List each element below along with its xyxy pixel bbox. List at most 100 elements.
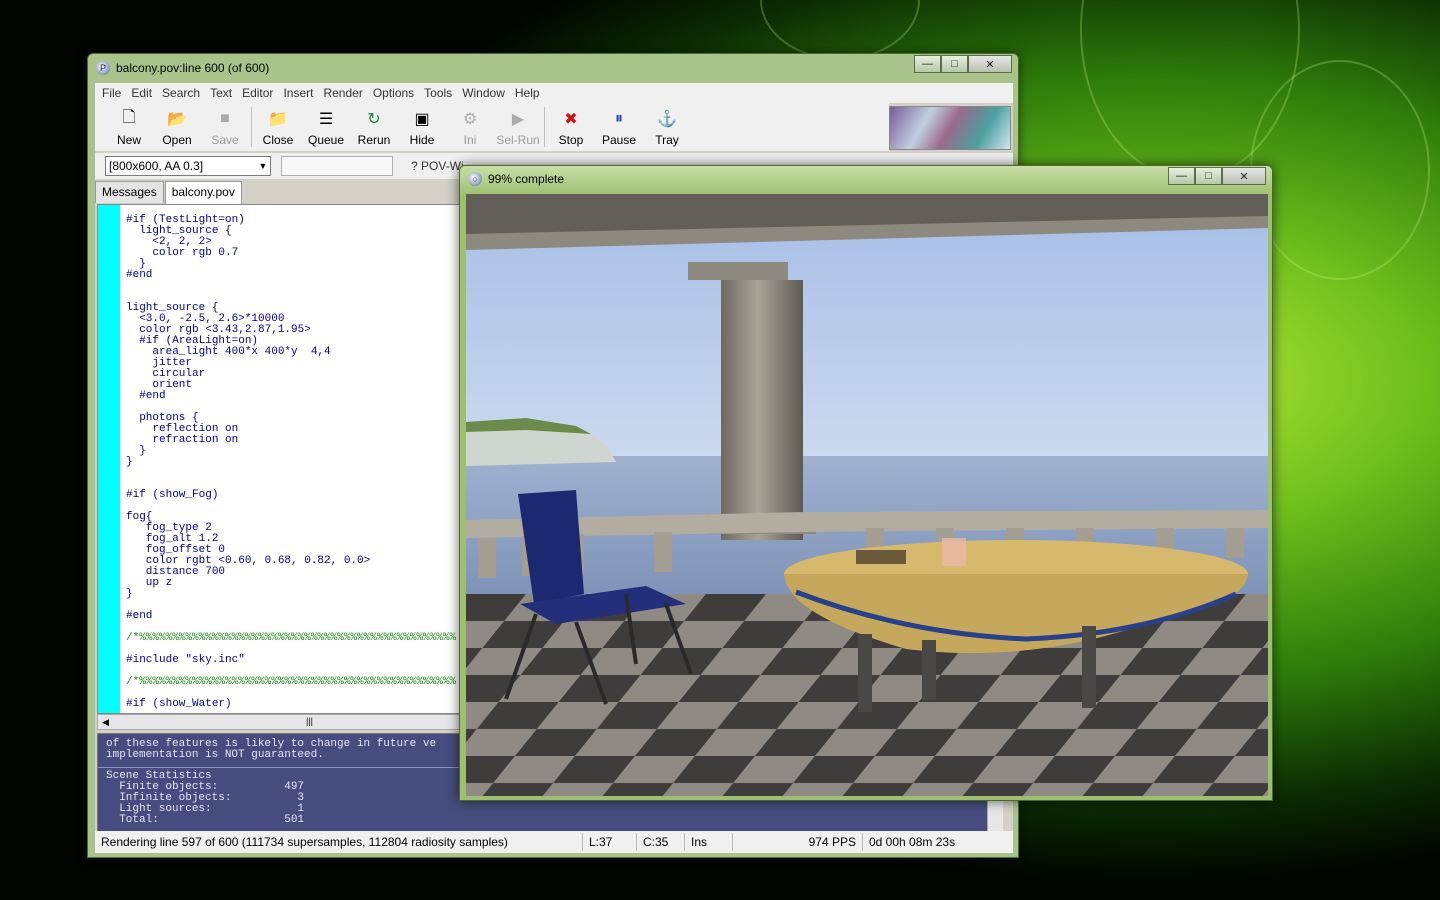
open-button[interactable]: 📂 Open [153, 103, 201, 151]
tab-balcony-pov[interactable]: balcony.pov [164, 181, 242, 204]
toolbar-button-label: Pause [601, 133, 637, 147]
code-line: distance 700 [126, 566, 226, 578]
messages-top-text: of these features is likely to change in… [106, 738, 437, 761]
code-line: /*%%%%%%%%%%%%%%%%%%%%%%%%%%%%%%%%%%%%%%… [126, 632, 457, 644]
menu-search[interactable]: Search [157, 86, 205, 100]
toolbar-separator [544, 107, 545, 147]
scroll-thumb-grip-icon[interactable]: ||| [306, 716, 313, 726]
resolution-select-value: [800x600, AA 0.3] [109, 159, 204, 173]
queue-icon: ☰ [318, 111, 334, 128]
toolbar-button-label: Sel-Run [496, 133, 540, 147]
povray-logo [889, 106, 1011, 150]
status-pps: 974 PPS [733, 833, 863, 851]
command-line-input[interactable] [281, 156, 393, 176]
render-window: ○ 99% complete — □ ✕ [459, 165, 1273, 801]
pause-button[interactable]: ⏸ Pause [595, 103, 643, 151]
status-insert-mode: Ins [685, 833, 733, 851]
column-shaft [721, 280, 803, 540]
code-line: #end [126, 269, 153, 281]
toolbar-button-label: New [116, 133, 141, 147]
toolbar-button-label: Stop [558, 133, 584, 147]
toolbar-button-label: Rerun [357, 133, 391, 147]
code-line: } [126, 588, 133, 600]
scroll-left-icon[interactable]: ◀ [102, 717, 109, 728]
menu-insert[interactable]: Insert [278, 86, 318, 100]
ini-icon: ⚙ [462, 111, 478, 128]
render-maximize-button[interactable]: □ [1195, 167, 1222, 185]
menu-options[interactable]: Options [368, 86, 419, 100]
minimize-button[interactable]: — [914, 55, 941, 73]
render-window-icon: ○ [468, 172, 482, 186]
menu-help[interactable]: Help [510, 86, 545, 100]
render-close-button[interactable]: ✕ [1222, 167, 1266, 185]
new-button[interactable]: 🗋 New [105, 103, 153, 151]
menu-bar: File Edit Search Text Editor Insert Render Opti… [95, 83, 1013, 103]
pause-icon: ⏸ [614, 110, 623, 127]
status-line: L:37 [583, 833, 637, 851]
menu-window[interactable]: Window [457, 86, 510, 100]
tray-button[interactable]: ⚓ Tray [643, 103, 691, 151]
toolbar-separator [251, 107, 252, 147]
close-button[interactable]: ✕ [968, 55, 1012, 73]
code-line: #end [126, 610, 153, 622]
main-titlebar[interactable]: P balcony.pov:line 600 (of 600) — □ ✕ [88, 54, 1018, 82]
queue-button[interactable]: ☰ Queue [302, 103, 350, 151]
stop-icon: ✖ [564, 111, 578, 128]
new-file-icon: 🗋 [122, 108, 136, 126]
code-line: #if (show_Fog) [126, 489, 219, 501]
tab-messages[interactable]: Messages [95, 181, 164, 203]
chevron-down-icon[interactable]: ▼ [256, 161, 270, 171]
code-line: orient [126, 379, 193, 391]
editor-tabs: Messages balcony.pov [95, 181, 243, 204]
resolution-select[interactable]: [800x600, AA 0.3] ▼ [105, 156, 271, 176]
open-folder-icon: 📂 [167, 111, 187, 128]
toolbar-button-label: Tray [655, 133, 679, 147]
wallpaper-swirl [760, 0, 920, 60]
menu-text[interactable]: Text [205, 86, 237, 100]
tray-icon: ⚓ [657, 111, 677, 128]
menu-editor[interactable]: Editor [237, 86, 278, 100]
stop-button[interactable]: ✖ Stop [547, 103, 595, 151]
save-icon: ■ [220, 110, 230, 127]
code-line: up z [126, 577, 173, 589]
code-line: color rgb 0.7 [126, 247, 239, 259]
rerun-icon: ↻ [367, 111, 381, 128]
sel-run-button: ▶ Sel-Run [494, 103, 542, 151]
sel-run-icon: ▶ [511, 111, 525, 128]
code-line: #include "sky.inc" [126, 654, 245, 666]
toolbar: 🗋 New 📂 Open ■ Save 📁 Close ☰ Queue ↻ Rerun ▣ Hide ⚙ In… [95, 103, 889, 151]
close-button[interactable]: 📁 Close [254, 103, 302, 151]
help-button-partial[interactable]: ? POV-Wi [411, 159, 464, 173]
toolbar-button-label: Ini [463, 133, 477, 147]
hide-button[interactable]: ▣ Hide [398, 103, 446, 151]
close-file-icon: 📁 [268, 111, 288, 128]
toolbar-button-label: Queue [307, 133, 345, 147]
ini-button: ⚙ Ini [446, 103, 494, 151]
toolbar-button-label: Hide [409, 133, 435, 147]
scene-statistics-text: Scene Statistics Finite objects: 497 Inf… [106, 770, 305, 826]
render-progress-title: 99% complete [488, 172, 565, 186]
editor-gutter [98, 205, 120, 713]
status-column: C:35 [637, 833, 685, 851]
glass-on-table [942, 538, 966, 566]
menu-edit[interactable]: Edit [126, 86, 157, 100]
menu-file[interactable]: File [97, 86, 126, 100]
render-titlebar[interactable]: ○ 99% complete — □ ✕ [460, 166, 1272, 192]
save-button: ■ Save [201, 103, 249, 151]
toolbar-button-label: Open [162, 133, 192, 147]
status-elapsed-time: 0d 00h 08m 23s [869, 835, 956, 849]
rerun-button[interactable]: ↻ Rerun [350, 103, 398, 151]
code-line: #end [126, 390, 166, 402]
menu-tools[interactable]: Tools [419, 86, 457, 100]
column-capital [688, 262, 788, 280]
code-area[interactable]: #if (TestLight=on) light_source { <2, 2,… [126, 215, 456, 710]
toolbar-button-label: Close [262, 133, 294, 147]
maximize-button[interactable]: □ [941, 55, 968, 73]
code-line: /*%%%%%%%%%%%%%%%%%%%%%%%%%%%%%%%%%%%%%%… [126, 676, 457, 688]
menu-render[interactable]: Render [318, 86, 367, 100]
code-line: #if (show_Water) [126, 698, 232, 710]
povray-app-icon: P [96, 61, 110, 75]
render-minimize-button[interactable]: — [1168, 167, 1195, 185]
